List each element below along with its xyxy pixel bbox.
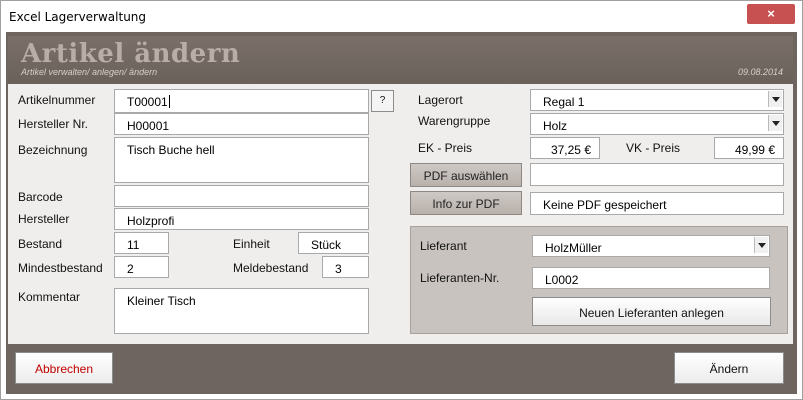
pdf-info-field: Keine PDF gespeichert — [530, 192, 784, 215]
lagerort-value: Regal 1 — [543, 95, 585, 109]
submit-button[interactable]: Ändern — [674, 352, 784, 384]
window-title: Excel Lagerverwaltung — [9, 10, 147, 24]
bezeichnung-label: Bezeichnung — [18, 143, 88, 157]
meldebestand-field[interactable]: 3 — [322, 256, 369, 278]
lieferant-select[interactable]: HolzMüller — [532, 235, 770, 257]
hersteller-field[interactable]: Holzprofi — [114, 208, 369, 230]
chevron-down-icon[interactable] — [768, 91, 782, 107]
bestand-label: Bestand — [18, 237, 63, 251]
kommentar-field[interactable]: Kleiner Tisch — [114, 288, 369, 334]
pdf-info-button[interactable]: Info zur PDF — [410, 191, 522, 215]
hersteller-nr-label: Hersteller Nr. — [18, 117, 89, 131]
meldebestand-label: Meldebestand — [233, 261, 309, 275]
text-cursor — [168, 95, 170, 108]
warengruppe-value: Holz — [543, 119, 568, 133]
artikelnummer-label: Artikelnummer — [18, 93, 96, 107]
warengruppe-select[interactable]: Holz — [530, 113, 784, 135]
bezeichnung-field[interactable]: Tisch Buche hell — [114, 137, 369, 183]
hersteller-nr-field[interactable]: H00001 — [114, 113, 369, 135]
lieferanten-nr-label: Lieferanten-Nr. — [420, 271, 500, 285]
form-title: Artikel ändern — [21, 39, 241, 69]
vk-preis-field[interactable]: 49,99 € — [714, 137, 784, 159]
warengruppe-label: Warengruppe — [418, 114, 491, 128]
chevron-down-icon[interactable] — [754, 237, 768, 253]
einheit-field[interactable]: Stück — [298, 232, 369, 254]
bestand-field[interactable]: 11 — [114, 232, 169, 254]
hersteller-label: Hersteller — [18, 212, 70, 226]
artikelnummer-value: T00001 — [127, 95, 168, 109]
lieferant-value: HolzMüller — [545, 241, 602, 255]
lagerort-label: Lagerort — [418, 93, 463, 107]
mindestbestand-field[interactable]: 2 — [114, 256, 169, 278]
lieferanten-nr-field[interactable]: L0002 — [532, 267, 770, 289]
lieferant-label: Lieferant — [420, 239, 467, 253]
ek-preis-label: EK - Preis — [418, 141, 473, 155]
vk-preis-label: VK - Preis — [626, 141, 681, 155]
pdf-select-button[interactable]: PDF auswählen — [410, 163, 522, 187]
barcode-label: Barcode — [18, 190, 63, 204]
artikelnummer-field[interactable]: T00001 — [114, 89, 369, 113]
close-button[interactable]: × — [747, 4, 795, 24]
title-bar[interactable]: Excel Lagerverwaltung × — [1, 1, 802, 33]
einheit-label: Einheit — [233, 237, 270, 251]
cancel-button[interactable]: Abbrechen — [15, 352, 113, 384]
ek-preis-field[interactable]: 37,25 € — [530, 137, 600, 159]
form-date: 09.08.2014 — [738, 67, 784, 77]
kommentar-label: Kommentar — [18, 290, 81, 304]
chevron-down-icon[interactable] — [768, 115, 782, 131]
pdf-path-field[interactable] — [530, 163, 784, 186]
lagerort-select[interactable]: Regal 1 — [530, 89, 784, 111]
barcode-field[interactable] — [114, 185, 369, 207]
new-supplier-button[interactable]: Neuen Lieferanten anlegen — [532, 297, 771, 326]
artikelnummer-help-button[interactable]: ? — [371, 90, 394, 112]
form-subtitle: Artikel verwalten/ anlegen/ ändern — [21, 67, 158, 77]
form-header: Artikel ändern Artikel verwalten/ anlege… — [8, 36, 793, 84]
mindestbestand-label: Mindestbestand — [18, 261, 103, 275]
